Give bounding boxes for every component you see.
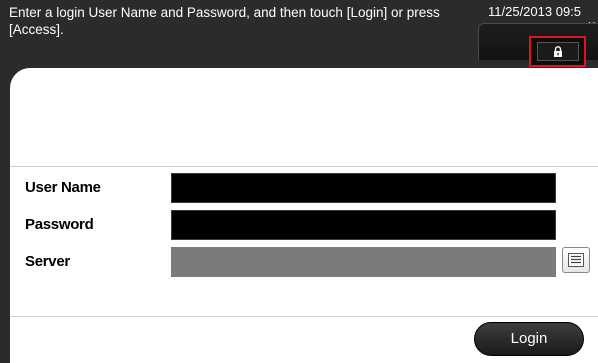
password-label: Password xyxy=(25,216,94,233)
password-input[interactable] xyxy=(171,210,556,240)
list-icon xyxy=(568,253,584,267)
server-list-button[interactable] xyxy=(562,247,590,273)
lock-icon xyxy=(553,46,562,57)
divider-top xyxy=(10,166,598,167)
login-screen: Enter a login User Name and Password, an… xyxy=(0,0,598,363)
user-name-input[interactable] xyxy=(171,173,556,203)
server-input xyxy=(171,247,556,277)
user-name-label: User Name xyxy=(25,179,101,196)
date-time: 11/25/2013 09:5 xyxy=(488,4,582,19)
divider-bottom xyxy=(10,316,598,317)
lock-button-face xyxy=(536,42,579,61)
server-label: Server xyxy=(25,253,70,270)
instruction-message: Enter a login User Name and Password, an… xyxy=(9,5,440,37)
lock-button[interactable] xyxy=(529,36,586,67)
login-button[interactable]: Login xyxy=(474,322,584,356)
